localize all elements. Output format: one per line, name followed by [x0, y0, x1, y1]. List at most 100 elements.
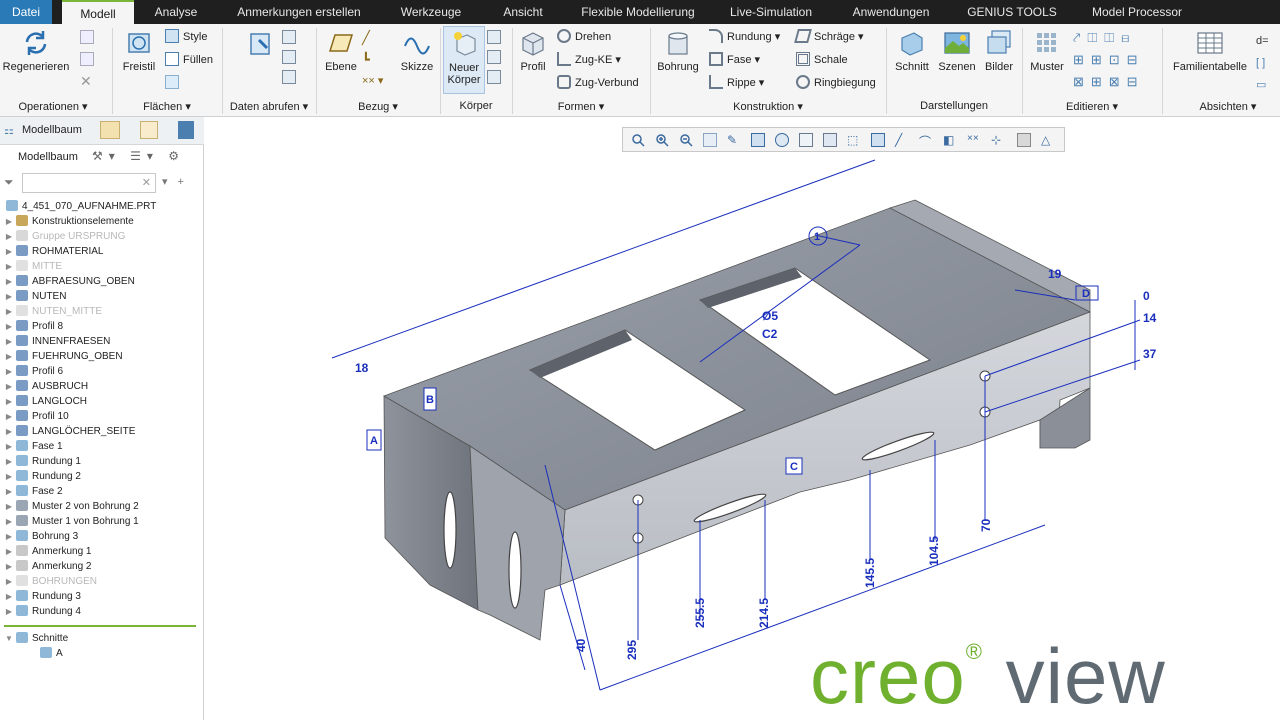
group-formen-label[interactable]: Formen ▾ — [558, 100, 604, 113]
body-icon-1[interactable] — [487, 30, 501, 44]
expand-icon[interactable]: ▶ — [4, 274, 14, 289]
folder-browser-icon[interactable] — [100, 121, 120, 139]
tree-item[interactable]: ▶ Rundung 2 — [4, 469, 81, 484]
tree-item[interactable]: ▶ Anmerkung 1 — [4, 544, 91, 559]
tree-item[interactable]: ▶ LANGLÖCHER_SEITE — [4, 424, 135, 439]
tab-werkzeuge[interactable]: Werkzeuge — [401, 0, 461, 24]
edit-row-2[interactable]: ⊞⊞⊡⊟ — [1073, 52, 1163, 74]
tree-item[interactable]: ▶ BOHRUNGEN — [4, 574, 97, 589]
points-display-icon[interactable]: ◧ — [943, 133, 957, 147]
expand-icon[interactable]: ▶ — [4, 604, 14, 619]
tree-item[interactable]: ▶ Rundung 4 — [4, 604, 81, 619]
fase-button[interactable]: Fase ▾ — [709, 52, 760, 67]
slot-leg-1[interactable] — [443, 491, 457, 569]
group-absichten-label[interactable]: Absichten ▾ — [1200, 100, 1257, 113]
tree-item[interactable]: ▶ LANGLOCH — [4, 394, 87, 409]
spin-display-icon[interactable]: △ — [1041, 133, 1055, 147]
tab-analyse[interactable]: Analyse — [155, 0, 198, 24]
expand-icon[interactable]: ▶ — [4, 469, 14, 484]
profil-button[interactable]: Profil — [516, 28, 550, 73]
tree-sections[interactable]: ▼ Schnitte — [4, 631, 68, 646]
expand-icon[interactable]: ▶ — [4, 454, 14, 469]
delete-icon[interactable]: ✕ — [80, 74, 94, 88]
bilder-button[interactable]: Bilder — [980, 28, 1018, 73]
planes-display-icon[interactable]: ╱ — [895, 133, 909, 147]
spin-center-icon[interactable] — [871, 133, 885, 147]
tab-modellbaum[interactable]: Modellbaum — [22, 124, 82, 136]
expand-icon[interactable]: ▶ — [4, 304, 14, 319]
tree-root[interactable]: 4_451_070_AUFNAHME.PRT — [4, 199, 156, 214]
copy-geom-icon[interactable] — [282, 50, 296, 64]
expand-icon[interactable]: ▶ — [4, 544, 14, 559]
expand-icon[interactable]: ▶ — [4, 394, 14, 409]
zug-ke-button[interactable]: Zug-KE ▾ — [557, 52, 621, 67]
group-flaechen-label[interactable]: Flächen ▾ — [143, 100, 191, 113]
style-button[interactable]: Style — [165, 29, 207, 44]
import-icon[interactable] — [282, 30, 296, 44]
axis-icon[interactable]: ╱ — [362, 30, 392, 45]
perspective-icon[interactable]: ⬚ — [847, 133, 861, 147]
group-daten-abrufen-label[interactable]: Daten abrufen ▾ — [230, 100, 308, 113]
expand-icon[interactable]: ▶ — [4, 529, 14, 544]
tree-item[interactable]: ▶ Muster 1 von Bohrung 1 — [4, 514, 139, 529]
repaint-icon[interactable]: ✎ — [727, 133, 741, 147]
parameters-icon[interactable]: [ ] — [1256, 52, 1278, 74]
refit-icon[interactable] — [703, 133, 717, 147]
tree-item[interactable]: ▶ Profil 8 — [4, 319, 63, 334]
fuellen-button[interactable]: Füllen — [165, 52, 213, 67]
tree-item[interactable]: ▶ ROHMATERIAL — [4, 244, 104, 259]
tree-item[interactable]: ▶ Gruppe URSPRUNG — [4, 229, 125, 244]
tree-item[interactable]: ▶ Rundung 3 — [4, 589, 81, 604]
expand-icon[interactable]: ▶ — [4, 214, 14, 229]
tree-header[interactable]: Modellbaum — [18, 151, 78, 163]
tree-item[interactable]: ▶ AUSBRUCH — [4, 379, 88, 394]
tab-model-processor[interactable]: Model Processor — [1092, 0, 1182, 24]
paste-icon[interactable] — [80, 52, 94, 66]
skizze-button[interactable]: Skizze — [397, 28, 437, 73]
expand-icon[interactable]: ▶ — [4, 379, 14, 394]
tab-ansicht[interactable]: Ansicht — [503, 0, 542, 24]
expand-icon[interactable]: ▶ — [4, 364, 14, 379]
surface-tool-button[interactable] — [165, 75, 183, 90]
tree-item[interactable]: ▶ NUTEN — [4, 289, 66, 304]
daten-abrufen-button[interactable] — [242, 28, 282, 61]
expand-icon[interactable]: ▶ — [4, 514, 14, 529]
tree-item[interactable]: ▶ ABFRAESUNG_OBEN — [4, 274, 135, 289]
expand-icon[interactable]: ▶ — [4, 589, 14, 604]
tab-live-simulation[interactable]: Live-Simulation — [730, 0, 812, 24]
edit-row-1[interactable]: ⤤◫◫⊟ — [1073, 30, 1163, 52]
favorites-icon[interactable] — [140, 121, 158, 139]
bohrung-button[interactable]: Bohrung — [655, 28, 701, 73]
section-view-icon[interactable] — [823, 133, 837, 147]
group-konstruktion-label[interactable]: Konstruktion ▾ — [733, 100, 803, 113]
tab-anmerkungen[interactable]: Anmerkungen erstellen — [237, 0, 360, 24]
slot-leg-2[interactable] — [508, 531, 522, 609]
muster-button[interactable]: Muster — [1026, 28, 1068, 73]
tree-add-icons[interactable]: ▾+ — [162, 175, 194, 188]
display-style-icon[interactable] — [799, 133, 813, 147]
expand-icon[interactable]: ▶ — [4, 229, 14, 244]
tab-anwendungen[interactable]: Anwendungen — [853, 0, 930, 24]
annotation-toggle-icon[interactable] — [1017, 133, 1031, 147]
switch-dims-icon[interactable]: ▭ — [1256, 74, 1278, 96]
zoom-out-icon[interactable] — [679, 133, 693, 147]
tree-item[interactable]: ▶ Profil 10 — [4, 409, 69, 424]
expand-icon[interactable]: ▶ — [4, 334, 14, 349]
expand-icon[interactable]: ▶ — [4, 289, 14, 304]
schale-button[interactable]: Schale — [796, 52, 848, 67]
point-icon[interactable]: ×× ▾ — [362, 74, 392, 88]
edit-row-3[interactable]: ⊠⊞⊠⊟ — [1073, 74, 1163, 96]
view-manager-icon[interactable] — [775, 133, 789, 147]
group-bezug-label[interactable]: Bezug ▾ — [358, 100, 398, 113]
tree-item[interactable]: ▶ Muster 2 von Bohrung 2 — [4, 499, 139, 514]
schraege-button[interactable]: Schräge ▾ — [794, 29, 864, 44]
tree-item[interactable]: ▶ Fase 2 — [4, 484, 63, 499]
merge-icon[interactable] — [282, 70, 296, 84]
tab-flexible-modellierung[interactable]: Flexible Modellierung — [581, 0, 694, 24]
filter-icon[interactable]: ⏷ — [4, 175, 14, 190]
tree-item[interactable]: ▶ Bohrung 3 — [4, 529, 78, 544]
ebene-button[interactable]: Ebene — [322, 28, 360, 73]
freistil-button[interactable]: Freistil — [117, 28, 161, 73]
expand-icon[interactable]: ▶ — [4, 424, 14, 439]
group-editieren-label[interactable]: Editieren ▾ — [1066, 100, 1118, 113]
